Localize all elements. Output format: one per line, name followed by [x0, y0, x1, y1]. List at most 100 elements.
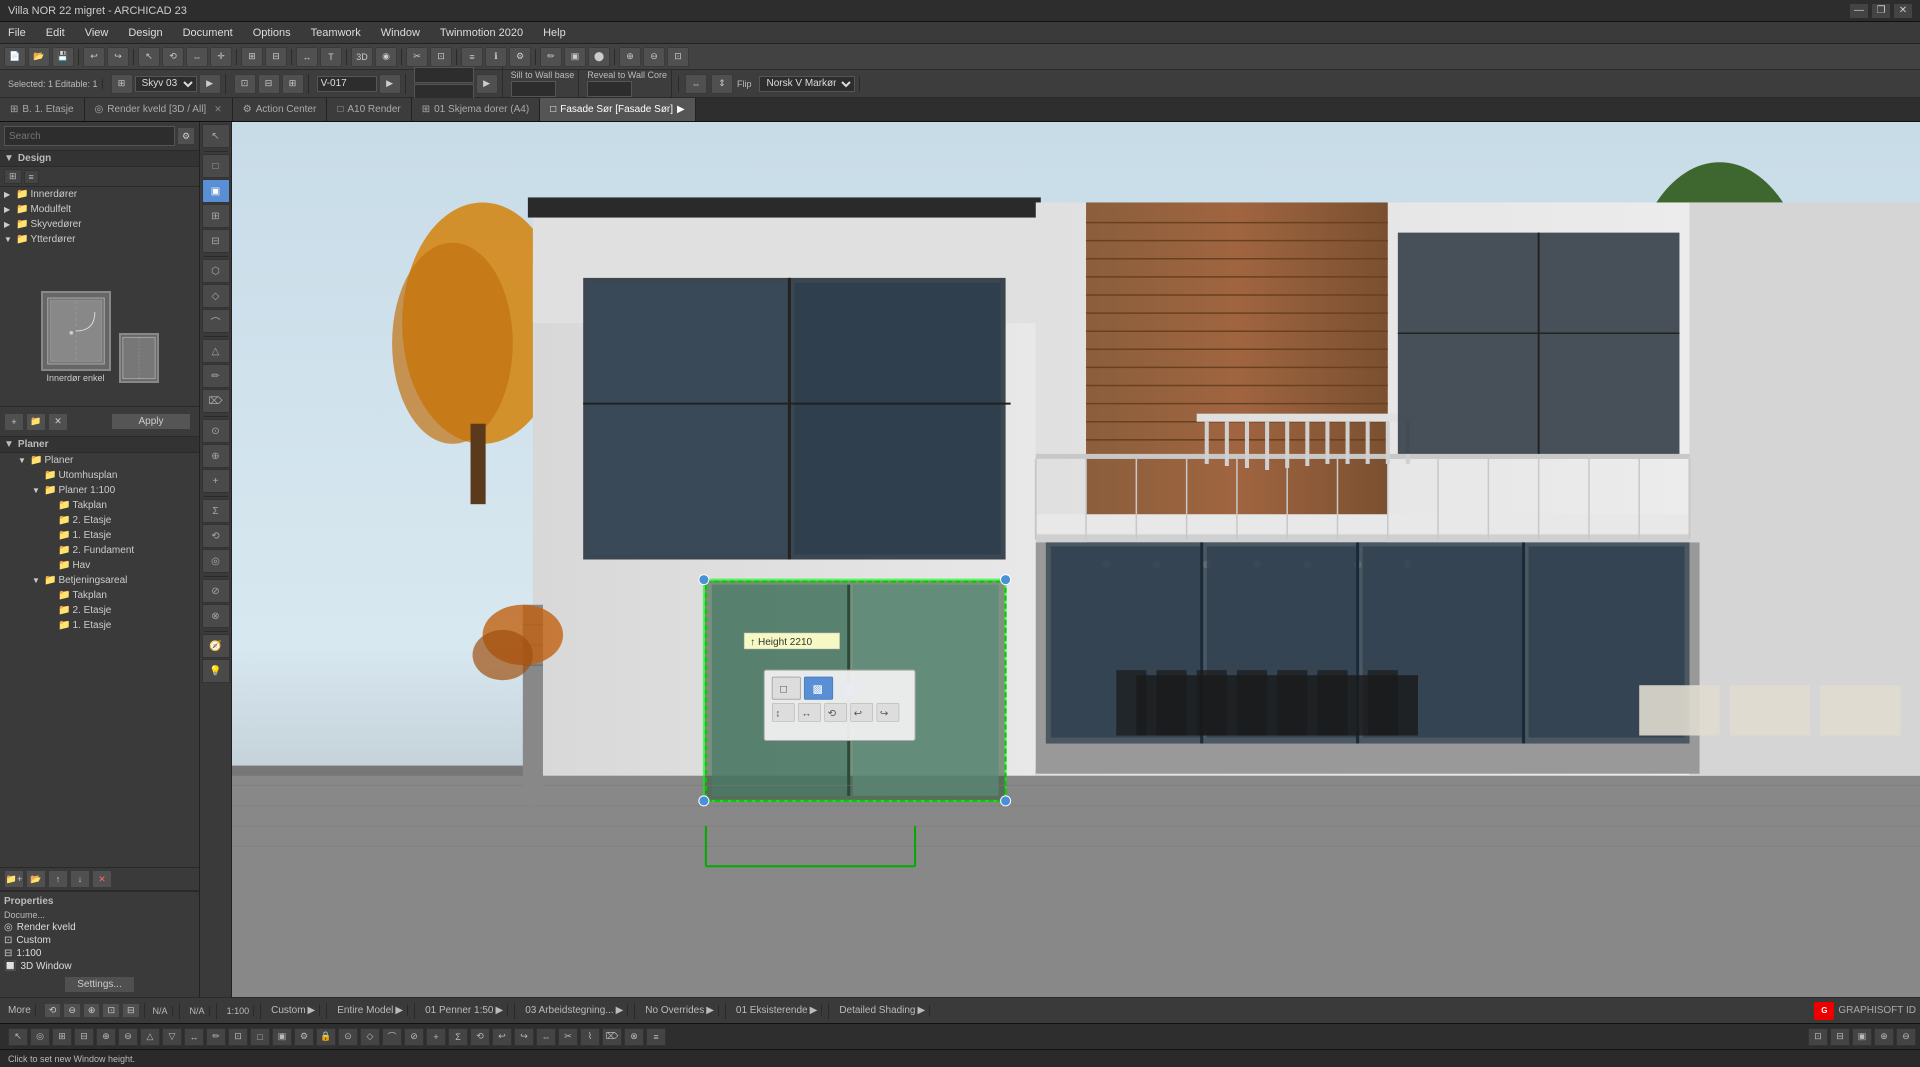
- viewport[interactable]: ↑ Height 2210 □ ▩ ↕ ↔ ⟲ ↩ ↪: [232, 122, 1920, 997]
- ltp-triangle[interactable]: △: [202, 339, 230, 363]
- bb2-btn-14[interactable]: ⚙: [294, 1028, 314, 1046]
- no-overrides-item[interactable]: No Overrides ▶: [641, 1005, 719, 1016]
- menu-document[interactable]: Document: [179, 25, 237, 41]
- tb-color[interactable]: ⬤: [588, 47, 610, 67]
- tb-mirror[interactable]: ⇔: [186, 47, 208, 67]
- ltp-plus[interactable]: +: [202, 469, 230, 493]
- filter-grid-btn[interactable]: ⊞: [4, 169, 22, 184]
- tb-grid[interactable]: ⊟: [265, 47, 287, 67]
- bb2-btn-10[interactable]: ✏: [206, 1028, 226, 1046]
- tb-dimension[interactable]: ↔: [296, 47, 318, 67]
- flip-lr-btn[interactable]: ⇔: [685, 74, 707, 94]
- ltp-rect-active[interactable]: ▣: [202, 179, 230, 203]
- tree-takplan2[interactable]: 📁 Takplan: [0, 588, 199, 603]
- tb-fit[interactable]: ⊡: [667, 47, 689, 67]
- flip-ud-btn[interactable]: ⇕: [711, 74, 733, 94]
- tree-betjeningsareal[interactable]: ▼ 📁 Betjeningsareal: [0, 573, 199, 588]
- ltp-pen[interactable]: ✏: [202, 364, 230, 388]
- tab-action-center[interactable]: ⚙ Action Center: [233, 98, 328, 121]
- tab-etasje[interactable]: ⊞ B. 1. Etasje: [0, 98, 85, 121]
- tree2-new-folder[interactable]: 📁+: [4, 870, 24, 888]
- menu-edit[interactable]: Edit: [42, 25, 69, 41]
- penner-item[interactable]: 01 Penner 1:50 ▶: [421, 1005, 508, 1016]
- menu-help[interactable]: Help: [539, 25, 570, 41]
- view-mode-btns[interactable]: ⊡ ⊟ ⊞: [230, 74, 309, 94]
- zoom-fit-btn[interactable]: ⊡: [102, 1003, 120, 1018]
- bb2-btn-4[interactable]: ⊟: [74, 1028, 94, 1046]
- zoom-out-btn[interactable]: ⊖: [63, 1003, 81, 1018]
- view-mode-3[interactable]: ⊞: [282, 74, 304, 94]
- graphisoft-label[interactable]: GRAPHISOFT ID: [1838, 1005, 1916, 1016]
- lang-selector[interactable]: Norsk V Markør: [755, 76, 860, 92]
- tree-hav[interactable]: 📁 Hav: [0, 558, 199, 573]
- ltp-polygon[interactable]: ⬡: [202, 259, 230, 283]
- menu-twinmotion[interactable]: Twinmotion 2020: [436, 25, 527, 41]
- menu-teamwork[interactable]: Teamwork: [307, 25, 365, 41]
- bb2-btn-9[interactable]: ↔: [184, 1028, 204, 1046]
- ltp-step[interactable]: ⊟: [202, 229, 230, 253]
- ltp-arc[interactable]: ⌒: [202, 309, 230, 333]
- tb-arrow[interactable]: ↖: [138, 47, 160, 67]
- entire-model-item[interactable]: Entire Model ▶: [333, 1005, 408, 1016]
- nav-back-btn[interactable]: ⟲: [44, 1003, 62, 1018]
- bb2-btn-30[interactable]: ≡: [646, 1028, 666, 1046]
- tree2-open-folder[interactable]: 📂: [26, 870, 46, 888]
- tb-rotate[interactable]: ⟲: [162, 47, 184, 67]
- ltp-erase[interactable]: ⌦: [202, 389, 230, 413]
- bb2-right-5[interactable]: ⊖: [1896, 1028, 1916, 1046]
- tree-etasje2b[interactable]: 📁 2. Etasje: [0, 603, 199, 618]
- tb-save[interactable]: 💾: [52, 47, 74, 67]
- left-tool-folder[interactable]: 📁: [26, 413, 46, 431]
- tb-zoom-out[interactable]: ⊖: [643, 47, 665, 67]
- ltp-grid[interactable]: ⊞: [202, 204, 230, 228]
- sill-value-input[interactable]: 0: [511, 81, 556, 97]
- ltp-rotate2[interactable]: ⟲: [202, 524, 230, 548]
- ltp-sigma[interactable]: Σ: [202, 499, 230, 523]
- window-controls[interactable]: — ❐ ✕: [1850, 4, 1912, 18]
- view-selector-group[interactable]: ⊞ Skyv 03 ▶: [107, 74, 226, 94]
- view-code-group[interactable]: ▶: [313, 74, 406, 94]
- tree-etasje1b[interactable]: 📁 1. Etasje: [0, 618, 199, 633]
- no-overrides-label[interactable]: No Overrides: [645, 1005, 704, 1016]
- tree2-down[interactable]: ↓: [70, 870, 90, 888]
- bb2-right-2[interactable]: ⊟: [1830, 1028, 1850, 1046]
- tb-text[interactable]: T: [320, 47, 342, 67]
- tree-ytterdorer[interactable]: ▼ 📁 Ytterdører: [0, 232, 199, 247]
- bb2-btn-12[interactable]: □: [250, 1028, 270, 1046]
- bb2-btn-22[interactable]: ⟲: [470, 1028, 490, 1046]
- tab-render-close[interactable]: ✕: [214, 104, 222, 115]
- tb-open[interactable]: 📂: [28, 47, 50, 67]
- view-nav-btn[interactable]: ▶: [199, 74, 221, 94]
- bb2-btn-16[interactable]: ⊙: [338, 1028, 358, 1046]
- tb-info[interactable]: ℹ: [485, 47, 507, 67]
- bb2-btn-7[interactable]: △: [140, 1028, 160, 1046]
- ltp-rect[interactable]: □: [202, 154, 230, 178]
- detailed-shading-item[interactable]: Detailed Shading ▶: [835, 1005, 930, 1016]
- tb-new[interactable]: 📄: [4, 47, 26, 67]
- tree-takplan1[interactable]: 📁 Takplan: [0, 498, 199, 513]
- more-label[interactable]: More: [8, 1005, 31, 1016]
- bb2-btn-23[interactable]: ↩: [492, 1028, 512, 1046]
- entire-model-arrow[interactable]: ▶: [395, 1005, 403, 1016]
- bb2-btn-6[interactable]: ⊖: [118, 1028, 138, 1046]
- bb2-btn-3[interactable]: ⊞: [52, 1028, 72, 1046]
- bb2-right-3[interactable]: ▣: [1852, 1028, 1872, 1046]
- ltp-arrow[interactable]: ↖: [202, 124, 230, 148]
- bb2-btn-24[interactable]: ↪: [514, 1028, 534, 1046]
- tb-3d[interactable]: 3D: [351, 47, 373, 67]
- view-mode-2[interactable]: ⊟: [258, 74, 280, 94]
- reveal-value-input[interactable]: 90: [587, 81, 632, 97]
- tree2-delete[interactable]: ✕: [92, 870, 112, 888]
- entire-model-label[interactable]: Entire Model: [337, 1005, 393, 1016]
- tab-a10-render[interactable]: □ A10 Render: [327, 98, 411, 121]
- tb-move[interactable]: ✛: [210, 47, 232, 67]
- tree-innerdorer[interactable]: ▶ 📁 Innerdører: [0, 187, 199, 202]
- penner-label[interactable]: 01 Penner 1:50: [425, 1005, 493, 1016]
- view-mode-1[interactable]: ⊡: [234, 74, 256, 94]
- bb2-btn-5[interactable]: ⊕: [96, 1028, 116, 1046]
- tb-render[interactable]: ◉: [375, 47, 397, 67]
- bb2-btn-18[interactable]: ⌒: [382, 1028, 402, 1046]
- tb-zoom-in[interactable]: ⊕: [619, 47, 641, 67]
- tb-properties[interactable]: ⚙: [509, 47, 531, 67]
- maximize-button[interactable]: ❐: [1872, 4, 1890, 18]
